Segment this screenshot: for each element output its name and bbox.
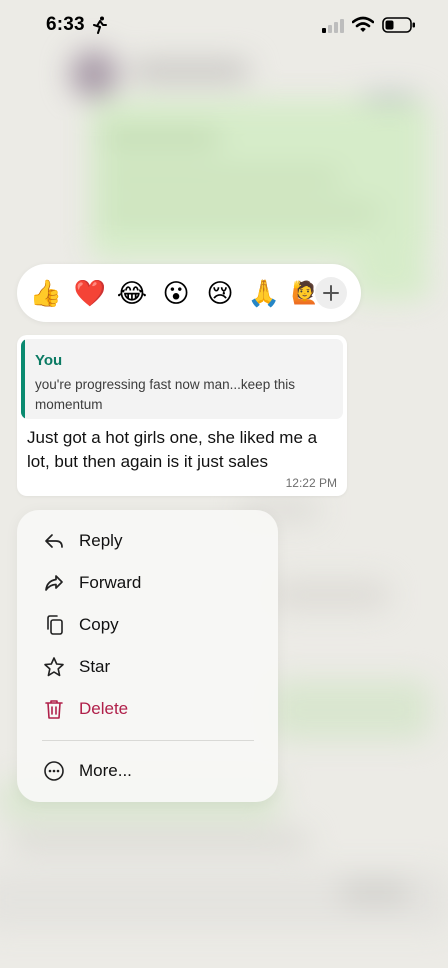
reply-icon [45,534,63,548]
running-figure-icon [93,16,107,34]
status-bar: 6:33 [0,0,448,54]
surprised-face-icon[interactable]: 😮 [158,275,194,311]
battery-icon [382,17,415,33]
copy-label: Copy [79,615,119,634]
message-text: Just got a hot girls one, she liked me a… [27,428,318,471]
heart-icon[interactable]: ❤️ [72,275,108,311]
quoted-text: you're progressing fast now man...keep t… [35,377,295,412]
thumbs-up-icon[interactable]: 👍 [28,275,64,311]
quote-accent-bar [21,339,25,419]
quoted-message[interactable]: You you're progressing fast now man...ke… [21,339,343,419]
crying-face-icon[interactable]: 😢 [202,275,238,311]
tears-of-joy-icon[interactable]: 😂 [114,275,150,311]
copy-menu-item[interactable]: Copy [17,604,278,646]
forward-icon [45,575,63,591]
quoted-author: You [35,352,63,369]
star-label: Star [79,657,111,676]
wifi-icon [352,16,374,32]
reply-menu-item[interactable]: Reply [17,520,278,562]
trash-icon [45,700,63,719]
folded-hands-icon[interactable]: 🙏 [246,275,282,311]
more-label: More... [79,761,132,780]
cellular-signal-icon [322,19,344,33]
delete-menu-item[interactable]: Delete [17,688,278,730]
message-timestamp: 12:22 PM [285,476,337,490]
add-reaction-button[interactable] [315,277,347,309]
more-menu-item[interactable]: More... [17,750,278,792]
message-bubble[interactable]: You you're progressing fast now man...ke… [17,335,347,496]
forward-menu-item[interactable]: Forward [17,562,278,604]
delete-label: Delete [79,699,129,718]
star-icon [44,657,64,677]
menu-divider [42,740,254,741]
reaction-bar: 👍 ❤️ 😂 😮 😢 🙏 🙋 [17,264,361,322]
message-context-menu: Reply Forward Copy Star Delete More... [17,510,278,802]
status-time: 6:33 [46,14,85,35]
more-icon [44,761,64,781]
plus-icon [323,285,339,301]
reply-label: Reply [79,531,123,550]
forward-label: Forward [79,573,142,592]
copy-icon [47,615,63,635]
star-menu-item[interactable]: Star [17,646,278,688]
